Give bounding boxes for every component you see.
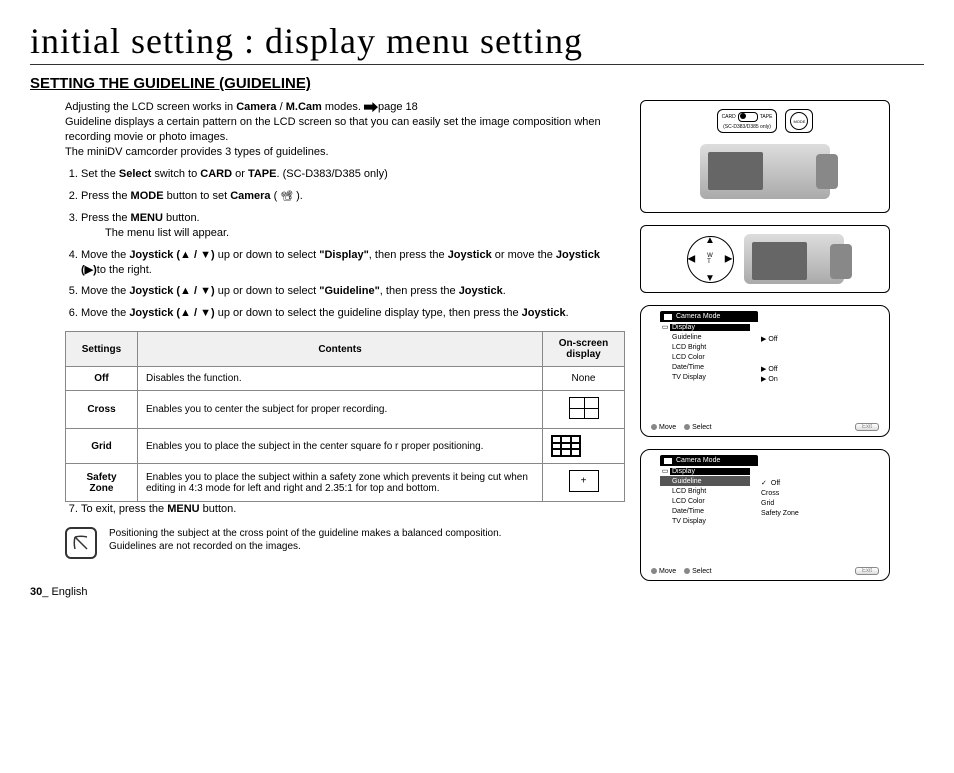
note: Positioning the subject at the cross poi… (65, 527, 625, 559)
steps-list: Set the Select switch to CARD or TAPE. (… (65, 167, 625, 321)
step-3: Press the MENU button.The menu list will… (81, 211, 625, 241)
camera-icon: 📽 (280, 190, 293, 204)
section-title: SETTING THE GUIDELINE (GUIDELINE) (30, 75, 924, 92)
step-5: Move the Joystick (▲ / ▼) up or down to … (81, 284, 625, 299)
switch-icon (738, 112, 758, 122)
dot-icon (684, 568, 690, 574)
joystick-icon: ▲▼◀▶WT (687, 236, 734, 283)
exit-button: Exit (855, 567, 879, 575)
safety-zone-icon (569, 470, 599, 492)
intro-text: Adjusting the LCD screen works in Camera… (65, 100, 625, 159)
diagram-switch: CARDTAPE(SC-D383/D385 only) MODE (640, 100, 890, 213)
diagrams: CARDTAPE(SC-D383/D385 only) MODE ▲▼◀▶WT … (640, 100, 890, 593)
camera-icon (664, 314, 672, 320)
dot-icon (684, 424, 690, 430)
page-footer: 30_ English (30, 586, 88, 598)
dot-icon (651, 424, 657, 430)
card-tape-callout: CARDTAPE(SC-D383/D385 only) (717, 109, 778, 133)
arrow-right-icon (364, 102, 378, 112)
step-4: Move the Joystick (▲ / ▼) up or down to … (81, 248, 625, 278)
exit-button: Exit (855, 423, 879, 431)
display-icon: ▭ (660, 323, 670, 331)
grid-guideline-icon (551, 435, 581, 457)
page-title: initial setting : display menu setting (30, 20, 924, 65)
camcorder-illustration (744, 234, 844, 284)
camera-icon (664, 458, 672, 464)
display-icon: ▭ (660, 467, 670, 475)
mode-callout: MODE (785, 109, 813, 133)
main-content: Adjusting the LCD screen works in Camera… (30, 100, 625, 593)
diagram-joystick: ▲▼◀▶WT (640, 225, 890, 293)
step-2: Press the MODE button to set Camera ( 📽 … (81, 189, 625, 204)
menu-screen-1: Camera Mode ▭Display Guideline LCD Brigh… (640, 305, 890, 437)
camcorder-illustration (700, 144, 830, 199)
steps-list-2: To exit, press the MENU button. (65, 502, 625, 517)
step-1: Set the Select switch to CARD or TAPE. (… (81, 167, 625, 182)
step-6: Move the Joystick (▲ / ▼) up or down to … (81, 306, 625, 321)
settings-table: SettingsContentsOn-screen display OffDis… (65, 331, 625, 502)
dot-icon (651, 568, 657, 574)
mode-button-icon: MODE (790, 112, 808, 130)
cross-guideline-icon (569, 397, 599, 419)
step-7: To exit, press the MENU button. (81, 502, 625, 517)
note-icon (65, 527, 97, 559)
menu-screen-2: Camera Mode ▭Display Guideline LCD Brigh… (640, 449, 890, 581)
